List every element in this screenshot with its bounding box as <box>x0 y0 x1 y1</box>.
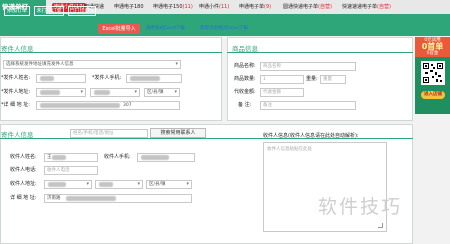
sender-detail-tail: 307 <box>123 103 132 108</box>
watermark: 软件技巧 <box>318 196 403 218</box>
sender-address-label: *发件人地址: <box>1 89 31 95</box>
sender-district-select[interactable]: 区/县/镇 <box>144 88 180 97</box>
parse-placeholder: 收件人信息粘贴在此处 <box>267 147 312 152</box>
redacted-sender-address <box>40 103 120 108</box>
redacted-receiver-city <box>99 182 113 187</box>
unprinted-orders-button[interactable]: 未打印订单 <box>34 6 64 16</box>
search-contacts-button[interactable]: 搜索常用联系人 <box>150 128 206 138</box>
goods-count-input[interactable]: 1 <box>260 75 304 84</box>
goods-name-input[interactable]: 商品名称 <box>260 62 356 71</box>
goods-remark-input[interactable]: 备注 <box>260 101 356 110</box>
tab-express-4[interactable]: 申通电子150(11) <box>153 3 193 12</box>
promo-line-3: 0首金 <box>426 51 439 56</box>
sender-detail-label: *详 细 地 址: <box>1 102 30 108</box>
qr-code-icon <box>421 61 445 85</box>
sender-address-select[interactable]: 选择系统发件地址填充发件人信息 <box>3 60 181 69</box>
promo-ad[interactable]: 0元试用 0首单 0首金 进入店铺 <box>415 37 450 114</box>
goods-weight-input[interactable]: 重量 <box>320 75 346 84</box>
tab-express-3[interactable]: 申通电子180 <box>114 3 144 12</box>
goods-count-label: 商品数量: <box>234 76 256 82</box>
receiver-name-label: 收件人姓名: <box>10 154 37 160</box>
goods-title-rule <box>227 52 413 53</box>
tab-express-6[interactable]: 申通电子单(9) <box>239 3 271 12</box>
receiver-address-label: 收件人地址: <box>10 181 37 187</box>
goods-name-label: 商品名称: <box>234 63 256 69</box>
resize-handle-icon[interactable] <box>378 223 383 228</box>
redacted-city <box>94 90 110 95</box>
goods-cod-label: 代收金额: <box>234 89 256 95</box>
redacted-receiver-address <box>66 196 116 201</box>
promo-ad-header: 0元试用 0首单 0首金 <box>415 37 450 57</box>
redacted-sender-name <box>40 76 54 81</box>
generic-excel-download-link[interactable]: 通用格式Excel下载 <box>146 24 185 34</box>
goods-cod-input[interactable]: 代收金额 <box>260 88 304 97</box>
add-order-button[interactable]: 添加订单 <box>4 6 30 16</box>
tab-express-8[interactable]: 快速速递电子单(自营) <box>342 3 391 12</box>
receiver-district-select[interactable]: 区/县/镇 <box>146 180 192 189</box>
sender-title-rule <box>0 52 222 53</box>
contact-search-input[interactable]: 姓名/手机/电话/地址 <box>70 129 148 138</box>
promo-line-2: 0首单 <box>421 42 444 51</box>
receiver-mobile-label: 收件人手机: <box>104 154 131 160</box>
sender-name-label: *发件人姓名: <box>1 75 31 81</box>
receiver-phone-label: 收件人电话: <box>10 167 37 173</box>
redacted-province <box>40 90 60 95</box>
redacted-receiver-mobile <box>141 155 169 160</box>
receiver-phone-input[interactable]: 收件人电话 <box>44 166 98 175</box>
printed-orders-button[interactable]: 已打印订单 <box>68 6 96 16</box>
receiver-detail-label: 详 细 地 址: <box>10 195 37 201</box>
excel-import-button[interactable]: Excel批量导入 <box>98 24 140 34</box>
goods-weight-label: 重量: <box>306 76 318 82</box>
tab-express-5[interactable]: 申通小件(11) <box>199 3 229 12</box>
goods-remark-label: 备 注: <box>238 102 252 108</box>
redacted-receiver-name <box>52 155 66 160</box>
promo-enter-button[interactable]: 进入店铺 <box>421 91 445 99</box>
redacted-sender-phone <box>130 76 160 81</box>
bangbang-excel-download-link[interactable]: 帮帮识别格式Excel下载 <box>200 24 248 34</box>
redacted-receiver-province <box>48 182 66 187</box>
parse-area-label: 收件人信息(收件人信息请在此处自动解析): <box>263 133 359 139</box>
sender-phone-label: *发件人手机: <box>92 75 122 81</box>
tab-express-7[interactable]: 圆通快递电子单(自营) <box>283 3 332 12</box>
